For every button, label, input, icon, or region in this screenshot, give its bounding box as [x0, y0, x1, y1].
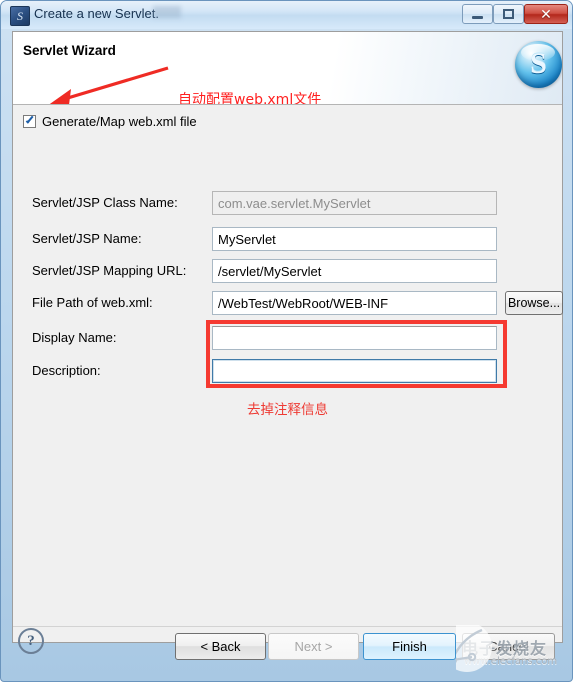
dialog-window: S Create a new Servlet. ✕ Servlet Wizard… — [0, 0, 573, 682]
title-bar-smudge — [153, 6, 181, 18]
next-button: Next > — [268, 633, 359, 660]
generate-webxml-checkbox-row[interactable]: Generate/Map web.xml file — [23, 114, 197, 129]
checkbox-checked-icon[interactable] — [23, 115, 36, 128]
close-button[interactable]: ✕ — [524, 4, 568, 24]
label-description: Description: — [32, 363, 101, 378]
wizard-header: Servlet Wizard S 自动配置web.xml文件 — [13, 32, 562, 105]
back-button[interactable]: < Back — [175, 633, 266, 660]
annotation-highlight-box — [206, 320, 507, 388]
label-servlet-class-name: Servlet/JSP Class Name: — [32, 195, 178, 210]
browse-button[interactable]: Browse... — [505, 291, 563, 315]
minimize-button[interactable] — [462, 4, 493, 24]
label-display-name: Display Name: — [32, 330, 117, 345]
form-row-servlet-name: Servlet/JSP Name: — [13, 227, 562, 253]
webxml-file-path-input[interactable] — [212, 291, 497, 315]
wizard-logo-icon: S — [515, 41, 562, 88]
maximize-button[interactable] — [493, 4, 524, 24]
page-title: Servlet Wizard — [23, 43, 116, 58]
annotation-arrow-label: 自动配置web.xml文件 — [178, 92, 322, 105]
dialog-content: Servlet Wizard S 自动配置web.xml文件 Generate/… — [12, 31, 563, 643]
help-button[interactable]: ? — [18, 628, 44, 654]
annotation-box-label: 去掉注释信息 — [247, 402, 328, 418]
finish-button[interactable]: Finish — [363, 633, 456, 660]
servlet-app-icon: S — [10, 6, 30, 26]
servlet-name-input[interactable] — [212, 227, 497, 251]
form-row-servlet-class-name: Servlet/JSP Class Name: — [13, 191, 562, 217]
check-tick-icon — [25, 117, 34, 126]
logo-letter: S — [530, 46, 547, 80]
form-row-servlet-mapping-url: Servlet/JSP Mapping URL: — [13, 259, 562, 285]
label-webxml-file-path: File Path of web.xml: — [32, 295, 153, 310]
servlet-mapping-url-input[interactable] — [212, 259, 497, 283]
footer-divider — [13, 626, 562, 627]
label-servlet-mapping-url: Servlet/JSP Mapping URL: — [32, 263, 187, 278]
close-icon: ✕ — [540, 6, 552, 22]
form-row-webxml-file-path: File Path of web.xml: Browse... — [13, 291, 563, 317]
title-bar: S Create a new Servlet. ✕ — [1, 1, 572, 29]
label-servlet-name: Servlet/JSP Name: — [32, 231, 142, 246]
cancel-button[interactable]: Cancel — [462, 633, 555, 660]
minimize-icon — [472, 15, 483, 19]
generate-webxml-checkbox-label: Generate/Map web.xml file — [42, 114, 197, 129]
servlet-class-name-input[interactable] — [212, 191, 497, 215]
maximize-icon — [503, 9, 514, 19]
window-title: Create a new Servlet. — [34, 6, 160, 21]
